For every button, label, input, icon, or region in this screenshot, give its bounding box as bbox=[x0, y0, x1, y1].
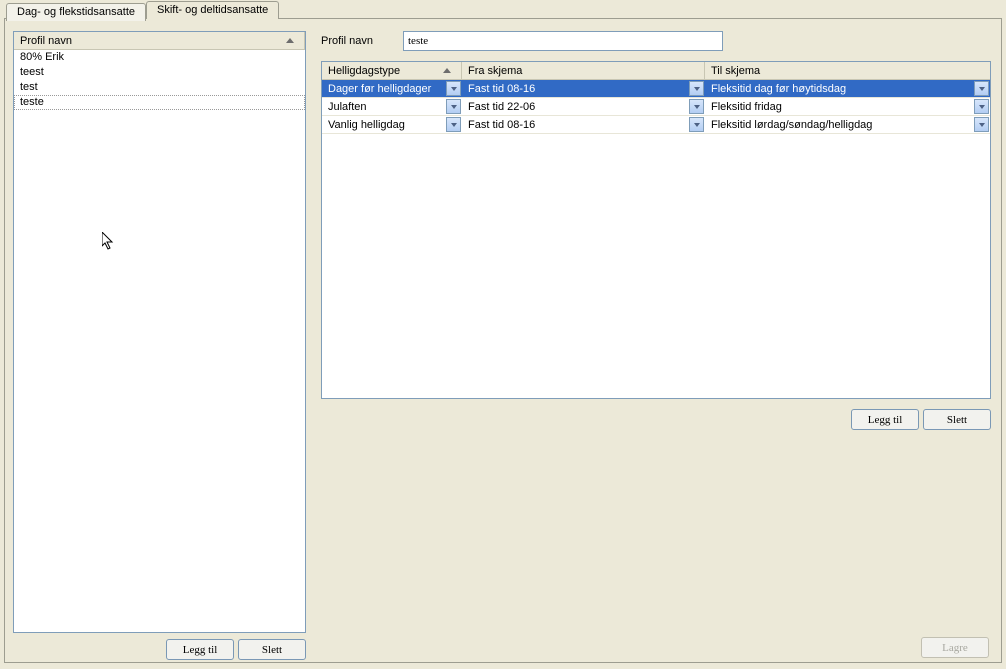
list-delete-button[interactable]: Slett bbox=[238, 639, 306, 660]
grid-header-from[interactable]: Fra skjema bbox=[462, 62, 705, 80]
grid-delete-button[interactable]: Slett bbox=[923, 409, 991, 430]
profile-list-header[interactable]: Profil navn bbox=[14, 32, 305, 50]
chevron-down-icon[interactable] bbox=[974, 99, 989, 114]
sort-asc-icon bbox=[286, 38, 294, 43]
chevron-down-icon[interactable] bbox=[974, 81, 989, 96]
list-item[interactable]: 80% Erik bbox=[14, 50, 305, 65]
schedule-grid: Helligdagstype Fra skjema Til skjema Dag… bbox=[321, 61, 991, 399]
list-item[interactable]: teest bbox=[14, 65, 305, 80]
grid-header-type[interactable]: Helligdagstype bbox=[322, 62, 462, 80]
grid-header-to[interactable]: Til skjema bbox=[705, 62, 990, 80]
table-row[interactable]: Dager før helligdagerFast tid 08-16Fleks… bbox=[322, 80, 990, 98]
grid-cell-to[interactable]: Fleksitid lørdag/søndag/helligdag bbox=[705, 116, 990, 133]
grid-body: Dager før helligdagerFast tid 08-16Fleks… bbox=[322, 80, 990, 398]
detail-area: Profil navn Helligdagstype Fra skjema Ti… bbox=[321, 31, 991, 430]
chevron-down-icon[interactable] bbox=[689, 117, 704, 132]
chevron-down-icon[interactable] bbox=[446, 117, 461, 132]
chevron-down-icon[interactable] bbox=[974, 117, 989, 132]
profile-name-label: Profil navn bbox=[321, 35, 387, 47]
profile-name-input[interactable] bbox=[403, 31, 723, 51]
chevron-down-icon[interactable] bbox=[446, 99, 461, 114]
chevron-down-icon[interactable] bbox=[689, 99, 704, 114]
tab-dag-flekstid[interactable]: Dag- og flekstidsansatte bbox=[6, 3, 146, 21]
grid-buttons: Legg til Slett bbox=[321, 409, 991, 430]
profile-name-row: Profil navn bbox=[321, 31, 991, 51]
grid-cell-type[interactable]: Vanlig helligdag bbox=[322, 116, 462, 133]
table-row[interactable]: Vanlig helligdagFast tid 08-16Fleksitid … bbox=[322, 116, 990, 134]
grid-cell-from[interactable]: Fast tid 08-16 bbox=[462, 116, 705, 133]
list-item[interactable]: test bbox=[14, 80, 305, 95]
grid-cell-to[interactable]: Fleksitid fridag bbox=[705, 98, 990, 115]
save-area: Lagre bbox=[921, 637, 989, 658]
grid-cell-to[interactable]: Fleksitid dag før høytidsdag bbox=[705, 80, 990, 97]
chevron-down-icon[interactable] bbox=[446, 81, 461, 96]
chevron-down-icon[interactable] bbox=[689, 81, 704, 96]
profile-list[interactable]: 80% Erikteesttestteste bbox=[14, 50, 305, 632]
grid-cell-from[interactable]: Fast tid 22-06 bbox=[462, 98, 705, 115]
grid-cell-type[interactable]: Julaften bbox=[322, 98, 462, 115]
tab-bar: Dag- og flekstidsansatte Skift- og delti… bbox=[0, 1, 1006, 19]
table-row[interactable]: JulaftenFast tid 22-06Fleksitid fridag bbox=[322, 98, 990, 116]
main-panel: Profil navn 80% Erikteesttestteste Legg … bbox=[4, 18, 1002, 663]
profile-list-header-label: Profil navn bbox=[20, 35, 72, 47]
grid-cell-from[interactable]: Fast tid 08-16 bbox=[462, 80, 705, 97]
grid-header-row: Helligdagstype Fra skjema Til skjema bbox=[322, 62, 990, 80]
save-button[interactable]: Lagre bbox=[921, 637, 989, 658]
list-add-button[interactable]: Legg til bbox=[166, 639, 234, 660]
profile-list-box: Profil navn 80% Erikteesttestteste bbox=[13, 31, 306, 633]
sort-asc-icon bbox=[443, 68, 451, 73]
grid-add-button[interactable]: Legg til bbox=[851, 409, 919, 430]
profile-list-buttons: Legg til Slett bbox=[13, 639, 306, 660]
list-item[interactable]: teste bbox=[14, 95, 305, 110]
tab-skift-deltid[interactable]: Skift- og deltidsansatte bbox=[146, 1, 279, 19]
grid-cell-type[interactable]: Dager før helligdager bbox=[322, 80, 462, 97]
